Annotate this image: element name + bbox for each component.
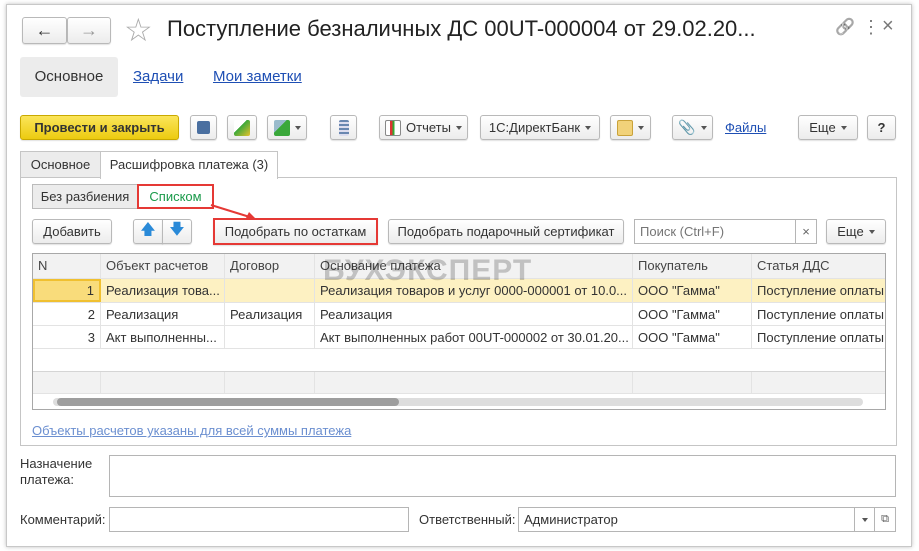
add-button[interactable]: Добавить [32,219,112,244]
comment-label: Комментарий: [20,512,106,527]
pick-gift-certificate-button[interactable]: Подобрать подарочный сертификат [388,219,624,244]
responsible-field[interactable]: Администратор [518,507,855,532]
responsible-label: Ответственный: [419,512,516,527]
more-icon[interactable]: ⋮ [862,17,880,38]
create-based-icon [273,119,290,136]
col-object[interactable]: Объект расчетов [101,254,225,278]
link-icon[interactable]: 🔗 [835,17,855,37]
table-row[interactable]: 2 Реализация Реализация Реализация ООО "… [33,303,885,326]
col-buyer[interactable]: Покупатель [633,254,752,278]
cell-buyer[interactable]: ООО "Гамма" [633,303,752,325]
cell-n[interactable]: 3 [33,326,101,348]
directbank-label: 1С:ДиректБанк [488,120,581,135]
nav-tab-main[interactable]: Основное [20,57,118,97]
arrow-down-icon: 🡇 [169,221,185,238]
save-icon [197,121,210,134]
favorite-star-icon[interactable]: ☆ [124,11,153,49]
chevron-down-icon [455,125,462,130]
search-clear-button[interactable]: × [795,219,817,244]
reports-label: Отчеты [406,120,451,135]
close-icon[interactable]: × [882,15,894,38]
cell-basis[interactable]: Реализация товаров и услуг 0000-000001 о… [315,279,633,302]
arrow-up-icon: 🡅 [140,221,156,238]
directbank-button[interactable]: 1С:ДиректБанк [480,115,600,140]
table-more-button[interactable]: Еще [826,219,886,244]
tab-main[interactable]: Основное [20,151,101,178]
responsible-open-button[interactable]: ⧉ [874,507,896,532]
split-none-option[interactable]: Без разбиения [32,184,138,209]
paperclip-icon: 📎 [678,119,696,135]
nav-tab-notes[interactable]: Мои заметки [213,68,302,85]
post-button[interactable] [227,115,257,140]
cell-buyer[interactable]: ООО "Гамма" [633,326,752,348]
journal-button[interactable] [330,115,357,140]
cell-object[interactable]: Реализация това... [101,279,225,302]
chevron-down-icon [700,125,707,130]
horizontal-scrollbar[interactable] [33,394,885,409]
print-button[interactable] [610,115,651,140]
cell-basis[interactable]: Реализация [315,303,633,325]
purpose-field[interactable] [109,455,896,497]
cell-n[interactable]: 2 [33,303,101,325]
create-based-button[interactable] [267,115,307,140]
comment-field[interactable] [109,507,409,532]
nav-tab-tasks[interactable]: Задачи [133,68,183,85]
forward-icon: → [80,20,98,40]
more-button[interactable]: Еще [798,115,858,140]
cell-object[interactable]: Реализация [101,303,225,325]
table-footer [33,371,885,394]
cell-basis[interactable]: Акт выполненных работ 00UT-000002 от 30.… [315,326,633,348]
window-title: Поступление безналичных ДС 00UT-000004 о… [167,16,756,41]
cell-cashflow[interactable]: Поступление оплаты [752,303,885,325]
help-button[interactable]: ? [867,115,896,140]
cell-n[interactable]: 1 [33,279,101,302]
table-more-label: Еще [837,224,864,239]
list-icon [338,119,349,136]
chevron-down-icon [585,125,592,130]
responsible-dropdown-button[interactable] [854,507,875,532]
back-icon: ← [35,20,54,40]
cell-buyer[interactable]: ООО "Гамма" [633,279,752,302]
post-icon [234,119,250,136]
cell-contract[interactable] [225,279,315,302]
pick-by-balance-button[interactable]: Подобрать по остаткам [213,218,378,245]
cell-contract[interactable]: Реализация [225,303,315,325]
col-cashflow[interactable]: Статья ДДС [752,254,885,278]
move-up-button[interactable]: 🡅 [133,219,163,244]
chevron-down-icon [294,125,301,130]
chevron-down-icon [638,125,644,130]
table-row[interactable]: 3 Акт выполненны... Акт выполненных рабо… [33,326,885,349]
forward-button[interactable]: → [67,17,111,44]
table-header: N Объект расчетов Договор Основание плат… [33,254,885,279]
attach-button[interactable]: 📎 [672,115,713,140]
files-link[interactable]: Файлы [725,120,766,135]
chevron-down-icon [840,125,847,130]
cell-contract[interactable] [225,326,315,348]
document-clock-icon [617,119,633,136]
cell-object[interactable]: Акт выполненны... [101,326,225,348]
col-n[interactable]: N [33,254,101,278]
report-icon [385,119,402,136]
post-and-close-button[interactable]: Провести и закрыть [20,115,179,140]
tab-payment-breakdown[interactable]: Расшифровка платежа (3) [100,151,278,179]
search-input[interactable] [634,219,796,244]
save-button[interactable] [190,115,217,140]
move-down-button[interactable]: 🡇 [162,219,192,244]
table-row[interactable]: 1 Реализация това... Реализация товаров … [33,279,885,303]
col-basis[interactable]: Основание платежа [315,254,633,278]
open-icon: ⧉ [881,513,889,525]
chevron-down-icon [868,229,875,234]
more-label: Еще [809,120,836,135]
settlement-objects-link[interactable]: Объекты расчетов указаны для всей суммы … [32,423,351,438]
chevron-down-icon [861,517,868,522]
cell-cashflow[interactable]: Поступление оплаты [752,279,885,302]
payment-breakdown-table: N Объект расчетов Договор Основание плат… [32,253,886,410]
split-list-option[interactable]: Списком [137,184,214,209]
reports-button[interactable]: Отчеты [379,115,468,140]
purpose-label: Назначение платежа: [20,456,93,487]
cell-cashflow[interactable]: Поступление оплаты [752,326,885,348]
col-contract[interactable]: Договор [225,254,315,278]
back-button[interactable]: ← [22,17,67,44]
scrollbar-thumb[interactable] [57,398,399,406]
